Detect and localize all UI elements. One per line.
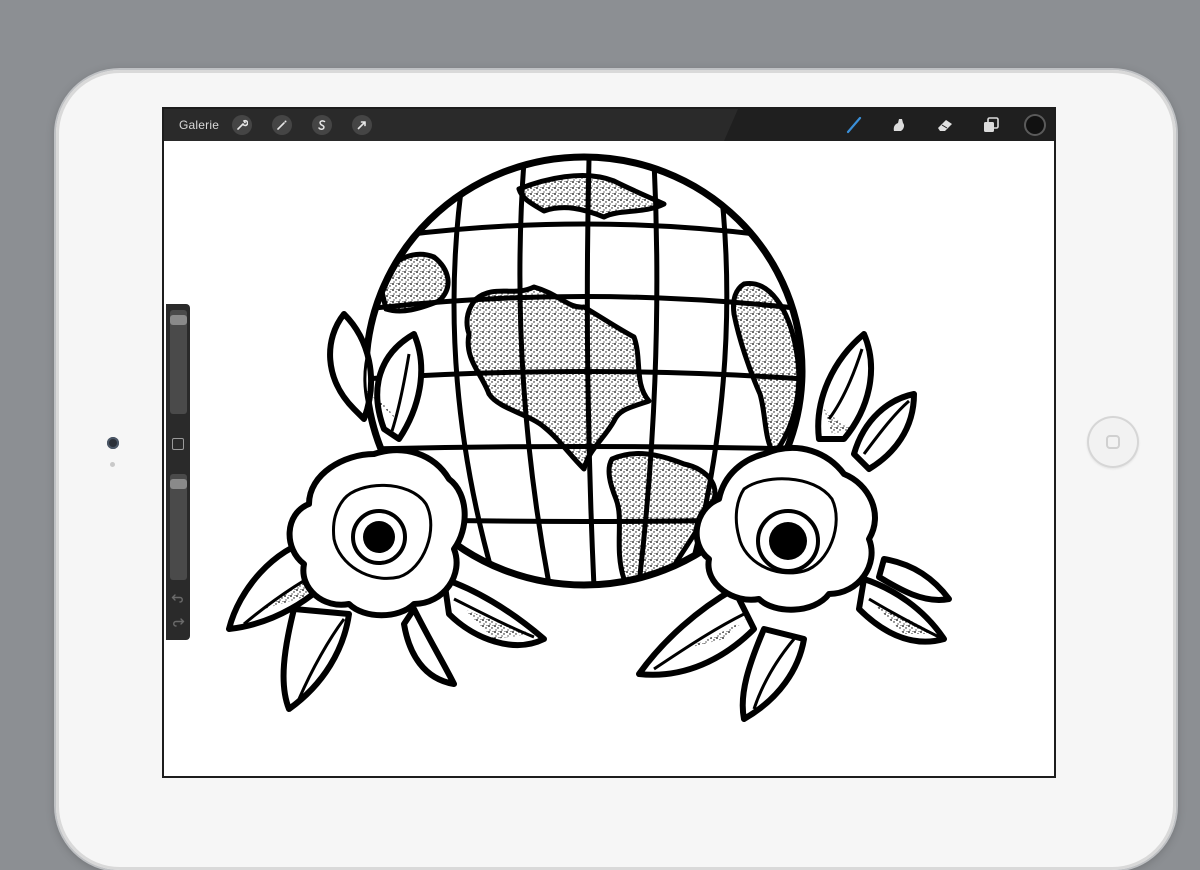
opacity-handle[interactable] <box>170 479 187 489</box>
gallery-button[interactable]: Galerie <box>179 118 219 132</box>
continent-americas <box>464 284 652 472</box>
transform-arrow-icon[interactable] <box>352 115 372 135</box>
home-square-icon <box>1106 435 1120 449</box>
undo-icon[interactable] <box>171 592 185 604</box>
brush-icon[interactable] <box>843 115 865 135</box>
selection-icon[interactable] <box>312 115 332 135</box>
side-toolbar <box>166 304 190 640</box>
layers-icon[interactable] <box>980 115 1002 135</box>
smudge-icon[interactable] <box>888 115 910 135</box>
home-button[interactable] <box>1087 416 1139 468</box>
brush-size-slider[interactable] <box>170 310 187 414</box>
eraser-icon[interactable] <box>934 115 956 135</box>
opacity-slider[interactable] <box>170 474 187 580</box>
sensor <box>110 462 115 467</box>
modify-button[interactable] <box>172 438 184 450</box>
continent-north <box>516 173 667 220</box>
color-picker-button[interactable] <box>1026 116 1044 134</box>
drawing-canvas[interactable] <box>164 109 1054 776</box>
app-screen: Galerie <box>164 109 1054 776</box>
camera <box>107 437 119 449</box>
top-toolbar: Galerie <box>164 109 1054 141</box>
brush-size-handle[interactable] <box>170 315 187 325</box>
redo-icon[interactable] <box>171 616 185 628</box>
wrench-icon[interactable] <box>232 115 252 135</box>
magic-wand-icon[interactable] <box>272 115 292 135</box>
